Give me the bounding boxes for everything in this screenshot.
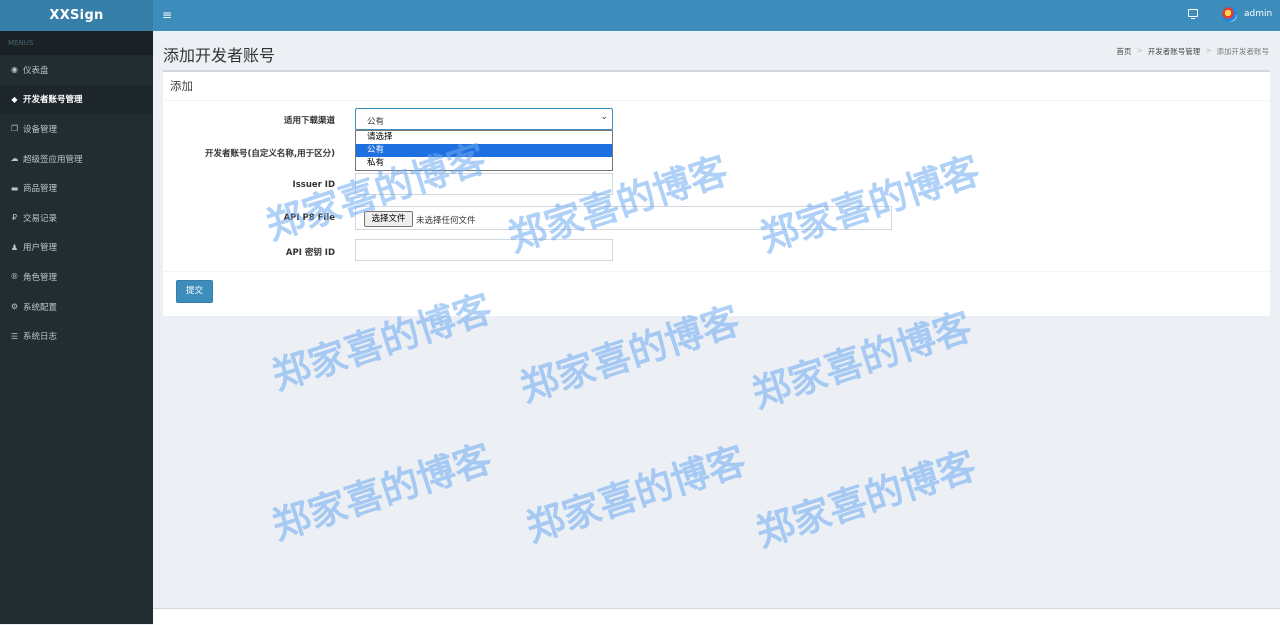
box-divider: [163, 100, 1270, 101]
sidebar-item[interactable]: ☁ 超级签应用管理: [0, 144, 153, 174]
choose-file-button[interactable]: 选择文件: [364, 211, 413, 227]
form-box: 添加 适用下载渠道 公有 ⌄ 请选择 公有 私有 开发者账号(自定义名称,用于区…: [163, 70, 1270, 316]
channel-option-selected[interactable]: 公有: [356, 144, 612, 157]
avatar[interactable]: [1222, 7, 1237, 22]
tag-icon: ◆: [11, 94, 18, 104]
breadcrumb-current: 添加开发者账号: [1216, 47, 1270, 56]
sidebar-item[interactable]: ♟ 用户管理: [0, 233, 153, 263]
monitor-icon[interactable]: [1188, 9, 1198, 19]
comments-icon: ☁: [10, 154, 19, 164]
key-id-label: API 密钥 ID: [285, 248, 335, 258]
sidebar-item-label: 商品管理: [23, 184, 58, 195]
breadcrumb-home[interactable]: 首页: [1116, 46, 1131, 57]
sidebar-menu: ◉ 仪表盘 ◆ 开发者账号管理 ❐ 设备管理 ☁ 超级签应用管理 ▬ 商品管理 ₽ 交易记录 ♟ 用户管理…: [0, 55, 153, 351]
sidebar-item-label: 开发者账号管理: [23, 95, 83, 106]
keyboard-icon: ▬: [10, 183, 19, 193]
watermark-text: 郑家喜的博客: [266, 436, 498, 549]
dashboard-icon: ◉: [11, 65, 18, 75]
p8-file-input[interactable]: 选择文件 未选择任何文件: [355, 206, 892, 230]
sidebar-item[interactable]: ❐ 设备管理: [0, 114, 153, 144]
footer: [153, 608, 1280, 625]
top-navbar: ≡ admin: [153, 0, 1280, 31]
menu-header: MENUS: [0, 31, 153, 55]
sidebar-item[interactable]: ® 角色管理: [0, 262, 153, 292]
key-id-input[interactable]: [355, 239, 613, 261]
user-icon: ♟: [10, 242, 19, 252]
breadcrumb-developer-accounts[interactable]: 开发者账号管理: [1148, 46, 1201, 57]
list-icon: ☰: [10, 331, 19, 341]
sidebar-item-label: 系统日志: [23, 332, 58, 343]
page-title: 添加开发者账号: [163, 46, 276, 65]
channel-option[interactable]: 请选择: [356, 131, 612, 144]
sidebar-item[interactable]: ⚙ 系统配置: [0, 292, 153, 322]
breadcrumb: 首页 > 开发者账号管理 > 添加开发者账号: [1116, 46, 1269, 57]
registered-icon: ®: [10, 272, 19, 282]
sidebar-item[interactable]: ☰ 系统日志: [0, 321, 153, 351]
sidebar-item[interactable]: ₽ 交易记录: [0, 203, 153, 233]
watermark-text: 郑家喜的博客: [750, 443, 982, 556]
channel-select-value: 公有: [367, 117, 385, 127]
issuer-id-input[interactable]: [355, 173, 613, 195]
breadcrumb-separator: >: [1205, 46, 1212, 55]
sidebar-item-label: 系统配置: [23, 302, 58, 313]
channel-option[interactable]: 私有: [356, 157, 612, 170]
app-logo[interactable]: XXSign: [0, 0, 153, 31]
sidebar-item-label: 超级签应用管理: [23, 154, 83, 165]
sidebar-item-label: 交易记录: [23, 213, 58, 224]
sidebar-item[interactable]: ◉ 仪表盘: [0, 55, 153, 85]
sidebar-item[interactable]: ▬ 商品管理: [0, 173, 153, 203]
form-divider: [163, 271, 1270, 272]
sidebar-item-label: 仪表盘: [23, 65, 49, 76]
submit-button[interactable]: 提交: [176, 280, 213, 303]
box-title: 添加: [170, 79, 193, 93]
account-label: 开发者账号(自定义名称,用于区分): [204, 149, 335, 159]
menu-toggle-icon[interactable]: ≡: [162, 8, 172, 22]
user-name[interactable]: admin: [1244, 9, 1272, 19]
watermark-text: 郑家喜的博客: [520, 438, 752, 551]
copy-icon: ❐: [10, 124, 19, 134]
no-file-text: 未选择任何文件: [416, 216, 476, 226]
sidebar: XXSign MENUS ◉ 仪表盘 ◆ 开发者账号管理 ❐ 设备管理 ☁ 超级签应用管理 ▬ 商…: [0, 0, 153, 624]
issuer-id-label: Issuer ID: [292, 180, 335, 190]
sidebar-item-label: 角色管理: [23, 272, 58, 283]
breadcrumb-separator: >: [1136, 46, 1143, 55]
channel-dropdown: 请选择 公有 私有: [355, 130, 613, 171]
channel-select[interactable]: 公有 ⌄: [355, 108, 613, 130]
channel-label: 适用下载渠道: [283, 116, 335, 126]
sidebar-item-label: 用户管理: [23, 243, 58, 254]
chevron-down-icon: ⌄: [600, 112, 608, 122]
rouble-icon: ₽: [11, 213, 18, 223]
sidebar-item[interactable]: ◆ 开发者账号管理: [0, 84, 153, 115]
p8-file-label: API P8 File: [283, 213, 335, 223]
sidebar-item-label: 设备管理: [23, 124, 58, 135]
gear-icon: ⚙: [10, 302, 19, 312]
